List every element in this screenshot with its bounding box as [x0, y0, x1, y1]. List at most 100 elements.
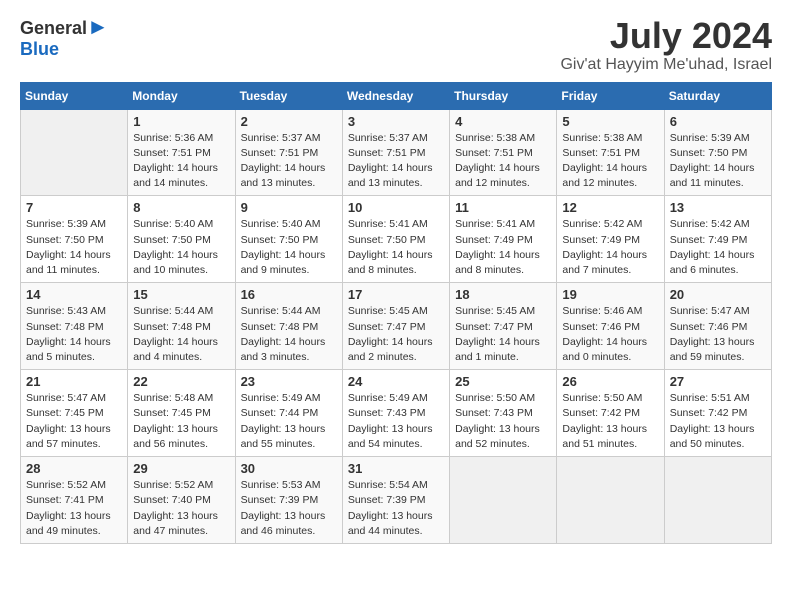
- day-info: Sunrise: 5:36 AM Sunset: 7:51 PM Dayligh…: [133, 131, 229, 192]
- week-row-3: 14Sunrise: 5:43 AM Sunset: 7:48 PM Dayli…: [21, 283, 772, 370]
- day-number: 7: [26, 200, 122, 215]
- day-info: Sunrise: 5:50 AM Sunset: 7:43 PM Dayligh…: [455, 391, 551, 452]
- header-cell-wednesday: Wednesday: [342, 82, 449, 109]
- day-info: Sunrise: 5:41 AM Sunset: 7:49 PM Dayligh…: [455, 217, 551, 278]
- day-cell: 30 Sunrise: 5:53 AM Sunset: 7:39 PM Dayli…: [235, 457, 342, 544]
- day-info: Sunrise: 5:44 AM Sunset: 7:48 PM Dayligh…: [133, 304, 229, 365]
- day-cell: 13Sunrise: 5:42 AM Sunset: 7:49 PM Dayli…: [664, 196, 771, 283]
- day-cell: 23Sunrise: 5:49 AM Sunset: 7:44 PM Dayli…: [235, 370, 342, 457]
- header-row: SundayMondayTuesdayWednesdayThursdayFrid…: [21, 82, 772, 109]
- day-info: Sunrise: 5:49 AM Sunset: 7:44 PM Dayligh…: [241, 391, 337, 452]
- day-number: 28: [26, 461, 122, 476]
- month-year-title: July 2024: [560, 16, 772, 56]
- day-info: Sunrise: 5:39 AM Sunset: 7:50 PM Dayligh…: [26, 217, 122, 278]
- day-cell: 28 Sunrise: 5:52 AM Sunset: 7:41 PM Dayli…: [21, 457, 128, 544]
- day-number: 20: [670, 287, 766, 302]
- day-info: Sunrise: 5:37 AM Sunset: 7:51 PM Dayligh…: [241, 131, 337, 192]
- day-number: 12: [562, 200, 658, 215]
- week-row-5: 28 Sunrise: 5:52 AM Sunset: 7:41 PM Dayli…: [21, 457, 772, 544]
- day-number: 8: [133, 200, 229, 215]
- day-cell: 2 Sunrise: 5:37 AM Sunset: 7:51 PM Daylig…: [235, 109, 342, 196]
- header-cell-saturday: Saturday: [664, 82, 771, 109]
- day-cell: 25 Sunrise: 5:50 AM Sunset: 7:43 PM Dayli…: [450, 370, 557, 457]
- day-info: Sunrise: 5:46 AM Sunset: 7:46 PM Dayligh…: [562, 304, 658, 365]
- day-cell: 5Sunrise: 5:38 AM Sunset: 7:51 PM Daylig…: [557, 109, 664, 196]
- day-number: 14: [26, 287, 122, 302]
- day-cell: 16 Sunrise: 5:44 AM Sunset: 7:48 PM Dayli…: [235, 283, 342, 370]
- logo: General► Blue: [20, 16, 109, 60]
- day-number: 24: [348, 374, 444, 389]
- day-cell: 11 Sunrise: 5:41 AM Sunset: 7:49 PM Dayli…: [450, 196, 557, 283]
- day-cell: [664, 457, 771, 544]
- day-cell: 14Sunrise: 5:43 AM Sunset: 7:48 PM Dayli…: [21, 283, 128, 370]
- day-cell: 4 Sunrise: 5:38 AM Sunset: 7:51 PM Daylig…: [450, 109, 557, 196]
- logo-bird-icon: ►: [87, 14, 109, 39]
- day-number: 26: [562, 374, 658, 389]
- logo-text-general: General: [20, 18, 87, 38]
- day-info: Sunrise: 5:40 AM Sunset: 7:50 PM Dayligh…: [241, 217, 337, 278]
- day-info: Sunrise: 5:50 AM Sunset: 7:42 PM Dayligh…: [562, 391, 658, 452]
- day-cell: 31 Sunrise: 5:54 AM Sunset: 7:39 PM Dayli…: [342, 457, 449, 544]
- day-cell: 24 Sunrise: 5:49 AM Sunset: 7:43 PM Dayli…: [342, 370, 449, 457]
- day-number: 9: [241, 200, 337, 215]
- header-cell-thursday: Thursday: [450, 82, 557, 109]
- day-cell: [21, 109, 128, 196]
- day-number: 16: [241, 287, 337, 302]
- day-number: 10: [348, 200, 444, 215]
- day-info: Sunrise: 5:38 AM Sunset: 7:51 PM Dayligh…: [455, 131, 551, 192]
- day-cell: 21 Sunrise: 5:47 AM Sunset: 7:45 PM Dayli…: [21, 370, 128, 457]
- day-number: 21: [26, 374, 122, 389]
- day-info: Sunrise: 5:42 AM Sunset: 7:49 PM Dayligh…: [562, 217, 658, 278]
- day-number: 17: [348, 287, 444, 302]
- day-cell: 3 Sunrise: 5:37 AM Sunset: 7:51 PM Daylig…: [342, 109, 449, 196]
- day-info: Sunrise: 5:47 AM Sunset: 7:45 PM Dayligh…: [26, 391, 122, 452]
- week-row-1: 1Sunrise: 5:36 AM Sunset: 7:51 PM Daylig…: [21, 109, 772, 196]
- day-number: 6: [670, 114, 766, 129]
- location-subtitle: Giv'at Hayyim Me'uhad, Israel: [560, 56, 772, 74]
- day-cell: 10 Sunrise: 5:41 AM Sunset: 7:50 PM Dayli…: [342, 196, 449, 283]
- day-info: Sunrise: 5:53 AM Sunset: 7:39 PM Dayligh…: [241, 478, 337, 539]
- day-info: Sunrise: 5:41 AM Sunset: 7:50 PM Dayligh…: [348, 217, 444, 278]
- day-cell: 19Sunrise: 5:46 AM Sunset: 7:46 PM Dayli…: [557, 283, 664, 370]
- page-header: General► Blue July 2024 Giv'at Hayyim Me…: [20, 16, 772, 74]
- day-info: Sunrise: 5:49 AM Sunset: 7:43 PM Dayligh…: [348, 391, 444, 452]
- header-cell-tuesday: Tuesday: [235, 82, 342, 109]
- day-cell: 27Sunrise: 5:51 AM Sunset: 7:42 PM Dayli…: [664, 370, 771, 457]
- day-cell: 26 Sunrise: 5:50 AM Sunset: 7:42 PM Dayli…: [557, 370, 664, 457]
- day-cell: 29Sunrise: 5:52 AM Sunset: 7:40 PM Dayli…: [128, 457, 235, 544]
- day-cell: 8 Sunrise: 5:40 AM Sunset: 7:50 PM Daylig…: [128, 196, 235, 283]
- day-info: Sunrise: 5:54 AM Sunset: 7:39 PM Dayligh…: [348, 478, 444, 539]
- day-info: Sunrise: 5:38 AM Sunset: 7:51 PM Dayligh…: [562, 131, 658, 192]
- calendar-body: 1Sunrise: 5:36 AM Sunset: 7:51 PM Daylig…: [21, 109, 772, 543]
- week-row-2: 7 Sunrise: 5:39 AM Sunset: 7:50 PM Daylig…: [21, 196, 772, 283]
- day-cell: 20 Sunrise: 5:47 AM Sunset: 7:46 PM Dayli…: [664, 283, 771, 370]
- calendar-header: SundayMondayTuesdayWednesdayThursdayFrid…: [21, 82, 772, 109]
- day-info: Sunrise: 5:52 AM Sunset: 7:41 PM Dayligh…: [26, 478, 122, 539]
- day-info: Sunrise: 5:37 AM Sunset: 7:51 PM Dayligh…: [348, 131, 444, 192]
- day-cell: 15 Sunrise: 5:44 AM Sunset: 7:48 PM Dayli…: [128, 283, 235, 370]
- day-info: Sunrise: 5:44 AM Sunset: 7:48 PM Dayligh…: [241, 304, 337, 365]
- day-cell: [557, 457, 664, 544]
- day-number: 2: [241, 114, 337, 129]
- day-cell: 1Sunrise: 5:36 AM Sunset: 7:51 PM Daylig…: [128, 109, 235, 196]
- day-number: 11: [455, 200, 551, 215]
- day-number: 25: [455, 374, 551, 389]
- day-cell: [450, 457, 557, 544]
- day-number: 4: [455, 114, 551, 129]
- day-number: 31: [348, 461, 444, 476]
- day-number: 15: [133, 287, 229, 302]
- day-number: 30: [241, 461, 337, 476]
- day-number: 18: [455, 287, 551, 302]
- day-cell: 17Sunrise: 5:45 AM Sunset: 7:47 PM Dayli…: [342, 283, 449, 370]
- calendar-table: SundayMondayTuesdayWednesdayThursdayFrid…: [20, 82, 772, 544]
- day-info: Sunrise: 5:47 AM Sunset: 7:46 PM Dayligh…: [670, 304, 766, 365]
- day-cell: 9 Sunrise: 5:40 AM Sunset: 7:50 PM Daylig…: [235, 196, 342, 283]
- day-info: Sunrise: 5:52 AM Sunset: 7:40 PM Dayligh…: [133, 478, 229, 539]
- day-cell: 7 Sunrise: 5:39 AM Sunset: 7:50 PM Daylig…: [21, 196, 128, 283]
- day-cell: 22Sunrise: 5:48 AM Sunset: 7:45 PM Dayli…: [128, 370, 235, 457]
- header-cell-friday: Friday: [557, 82, 664, 109]
- header-cell-sunday: Sunday: [21, 82, 128, 109]
- day-info: Sunrise: 5:40 AM Sunset: 7:50 PM Dayligh…: [133, 217, 229, 278]
- day-number: 22: [133, 374, 229, 389]
- day-number: 3: [348, 114, 444, 129]
